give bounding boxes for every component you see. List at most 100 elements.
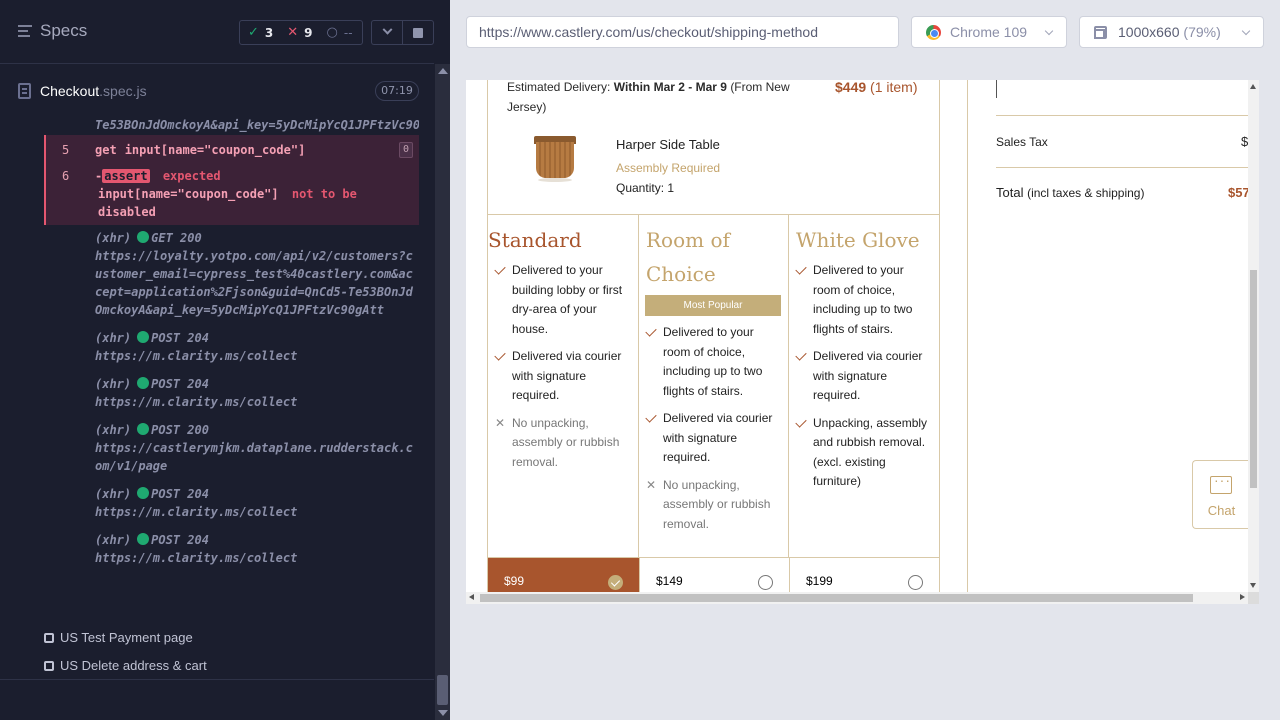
xhr-request-row[interactable]: (xhr) GET 200 https://loyalty.yotpo.com/ap… — [44, 225, 419, 325]
scroll-up-icon[interactable] — [1250, 84, 1256, 89]
shipping-option-standard[interactable]: Standard Delivered to your building lobb… — [488, 215, 639, 557]
runner-header: Specs ✓ 3 ✕ 9 ○ -- — [0, 0, 434, 64]
scroll-left-icon[interactable] — [469, 594, 474, 600]
chevron-down-icon — [382, 24, 393, 35]
divider — [996, 115, 1248, 116]
check-icon — [494, 263, 506, 275]
viewport-selector[interactable]: 1000x660 (79%) — [1079, 16, 1264, 48]
xhr-method: POST 204 — [151, 331, 209, 345]
command-row-assert[interactable]: 6 - assert expected input[name="coupon_co… — [46, 165, 419, 221]
specs-title[interactable]: Specs — [40, 21, 87, 41]
xhr-method: POST 204 — [151, 487, 209, 501]
xhr-label: (xhr) — [95, 331, 132, 345]
aut-horizontal-scrollbar[interactable] — [466, 592, 1248, 604]
document-icon — [18, 83, 31, 99]
spinner-icon: ○ — [326, 25, 338, 40]
price-option-room-of-choice[interactable]: $149 — [639, 557, 789, 592]
xhr-request-row[interactable]: (xhr) POST 204 https://m.clarity.ms/collec… — [44, 325, 419, 371]
radio-icon[interactable] — [908, 575, 923, 590]
chat-button[interactable]: Chat — [1192, 460, 1248, 529]
option-title: Room of Choice — [646, 228, 730, 286]
scroll-thumb[interactable] — [437, 675, 448, 705]
x-icon: ✕ — [495, 415, 506, 430]
status-dot-icon — [137, 533, 150, 545]
xhr-request-row[interactable]: (xhr) POST 204 https://m.clarity.ms/collec… — [44, 371, 419, 417]
xhr-request-row[interactable]: (xhr) POST 204 https://m.clarity.ms/collec… — [44, 481, 419, 527]
xhr-label: (xhr) — [95, 231, 132, 245]
scroll-thumb[interactable] — [480, 594, 1193, 602]
xhr-label: (xhr) — [95, 487, 132, 501]
check-icon — [795, 415, 807, 428]
option-feature: Delivered via courier with signature req… — [494, 347, 632, 406]
xhr-label: (xhr) — [95, 423, 132, 437]
xhr-method: POST 204 — [151, 377, 209, 391]
most-popular-badge: Most Popular — [645, 295, 781, 316]
collapse-toggle-button[interactable] — [371, 20, 403, 45]
option-feature: Delivered to your building lobby or firs… — [494, 261, 632, 339]
option-features: Delivered to your building lobby or firs… — [494, 261, 632, 480]
shipping-option-room-of-choice[interactable]: Room of Choice Most Popular Delivered to… — [639, 215, 789, 557]
scroll-right-icon[interactable] — [1240, 594, 1245, 600]
chrome-icon — [926, 25, 941, 40]
checkbox-icon — [44, 660, 54, 671]
aut-vertical-scrollbar[interactable] — [1248, 80, 1259, 592]
spec-duration: 07:19 — [375, 81, 419, 101]
total-value: $57 — [1228, 185, 1248, 200]
xhr-request-row[interactable]: (xhr) POST 200 https://castlerymjkm.datapl… — [44, 417, 419, 481]
assert-message: - assert expected input[name="coupon_code… — [95, 169, 357, 219]
test-item-payment[interactable]: US Test Payment page — [44, 630, 193, 645]
check-icon — [645, 325, 657, 337]
option-title: White Glove — [796, 228, 920, 252]
total-label: Total (incl taxes & shipping) — [996, 185, 1145, 200]
check-icon — [795, 263, 807, 275]
option-feature: Delivered to your room of choice, includ… — [645, 323, 783, 401]
checkbox-icon — [44, 632, 54, 643]
xhr-request-row[interactable]: (xhr) POST 204 https://m.clarity.ms/collec… — [44, 527, 419, 573]
option-title: Standard — [488, 228, 582, 252]
radio-selected-icon[interactable] — [608, 575, 623, 590]
command-selector: input[name="coupon_code"] — [124, 143, 306, 157]
spec-file-name[interactable]: Checkout.spec.js — [40, 83, 147, 99]
shipping-option-white-glove[interactable]: White Glove Delivered to your room of ch… — [789, 215, 939, 557]
check-icon: ✓ — [248, 25, 259, 40]
price-option-white-glove[interactable]: $199 — [789, 557, 939, 592]
divider — [0, 679, 434, 680]
status-dot-icon — [137, 487, 150, 499]
runner-scrollbar[interactable] — [435, 64, 450, 720]
xhr-url: https://m.clarity.ms/collect — [95, 551, 298, 565]
test-stats: ✓ 3 ✕ 9 ○ -- — [239, 20, 363, 45]
checkout-page: Estimated Delivery: Within Mar 2 - Mar 9… — [466, 80, 1248, 592]
failed-command-block[interactable]: 5 get input[name="coupon_code"] 0 6 - ass… — [44, 135, 419, 225]
command-row-get[interactable]: 5 get input[name="coupon_code"] — [46, 139, 419, 165]
scroll-up-icon[interactable] — [438, 68, 448, 74]
option-feature: ✕ No unpacking, assembly or rubbish remov… — [495, 415, 620, 469]
option-features: Delivered to your room of choice, includ… — [645, 323, 783, 542]
assert-tag: assert — [102, 169, 150, 183]
radio-icon[interactable] — [758, 575, 773, 590]
failed-count: ✕ 9 — [287, 25, 313, 40]
x-icon: ✕ — [287, 25, 299, 40]
scrollbar-corner — [1248, 592, 1259, 604]
xhr-url: https://m.clarity.ms/collect — [95, 505, 298, 519]
test-item-delete[interactable]: US Delete address & cart — [44, 658, 207, 673]
specs-menu-icon[interactable] — [18, 25, 32, 37]
url-bar[interactable]: https://www.castlery.com/us/checkout/shi… — [466, 16, 899, 48]
scroll-thumb[interactable] — [1250, 270, 1257, 488]
viewport-icon — [1094, 26, 1107, 39]
check-icon — [795, 349, 807, 361]
xhr-method: GET 200 — [151, 231, 202, 245]
price-option-standard[interactable]: $99 — [488, 557, 639, 592]
sales-tax-label: Sales Tax — [996, 135, 1048, 149]
product-assembly: Assembly Required — [616, 161, 721, 175]
command-number: 5 — [62, 143, 70, 157]
scroll-down-icon[interactable] — [1250, 583, 1256, 588]
scroll-down-icon[interactable] — [438, 710, 448, 716]
browser-selector[interactable]: Chrome 109 — [911, 16, 1067, 48]
command-number: 6 — [62, 169, 70, 183]
passed-count: ✓ 3 — [248, 25, 274, 40]
xhr-url: https://loyalty.yotpo.com/api/v2/custome… — [95, 249, 413, 317]
option-feature: Delivered via courier with signature req… — [795, 347, 933, 406]
stop-button[interactable] — [402, 20, 434, 45]
chevron-down-icon — [1044, 26, 1054, 36]
sales-tax-value: $ — [1241, 134, 1248, 149]
